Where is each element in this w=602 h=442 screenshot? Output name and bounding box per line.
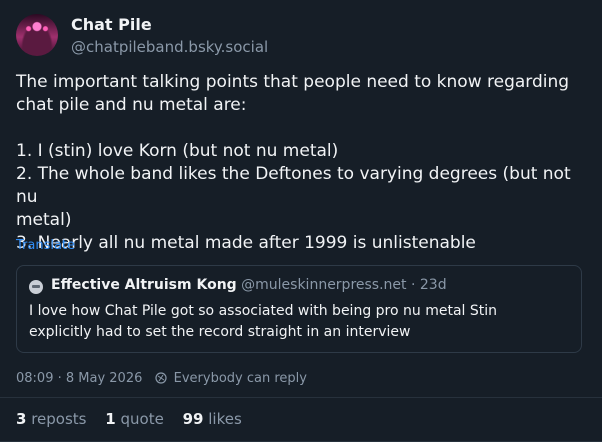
- quoted-post[interactable]: Effective Altruism Kong @muleskinnerpres…: [16, 265, 582, 353]
- post-line: chat pile and nu metal are:: [16, 95, 247, 115]
- reposts-count: 3: [16, 410, 27, 428]
- quote-body: I love how Chat Pile got so associated w…: [29, 301, 569, 343]
- engagement-stats: 3 reposts 1 quote 99 likes: [16, 410, 256, 428]
- post-line: 3. Nearly all nu metal made after 1999 i…: [16, 233, 476, 253]
- globe-icon: [154, 372, 167, 388]
- quotes-count: 1: [105, 410, 116, 428]
- quote-author-handle[interactable]: @muleskinnerpress.net: [241, 277, 406, 293]
- quotes-stat[interactable]: 1 quote: [105, 410, 164, 428]
- post-line: metal): [16, 210, 72, 230]
- post-timestamp[interactable]: 08:09 · 8 May 2026: [16, 371, 142, 386]
- quote-line: explicitly had to set the record straigh…: [29, 324, 411, 340]
- likes-stat[interactable]: 99 likes: [183, 410, 242, 428]
- quote-line: I love how Chat Pile got so associated w…: [29, 303, 498, 319]
- post-line: The important talking points that people…: [16, 72, 570, 92]
- post-line: 2. The whole band likes the Deftones to …: [16, 164, 571, 207]
- author-avatar[interactable]: [16, 14, 58, 56]
- post-body: The important talking points that people…: [16, 71, 590, 255]
- translate-link[interactable]: Translate: [16, 238, 75, 253]
- quote-avatar-icon: [29, 280, 43, 294]
- post: Chat Pile @chatpileband.bsky.social The …: [0, 0, 602, 442]
- quote-age: · 23d: [410, 277, 447, 293]
- author-handle[interactable]: @chatpileband.bsky.social: [71, 38, 268, 56]
- reposts-stat[interactable]: 3 reposts: [16, 410, 87, 428]
- quotes-label: quote: [120, 410, 164, 428]
- likes-label: likes: [208, 410, 242, 428]
- reply-setting[interactable]: Everybody can reply: [174, 371, 307, 386]
- quote-header: Effective Altruism Kong @muleskinnerpres…: [51, 277, 447, 293]
- reposts-label: reposts: [31, 410, 87, 428]
- post-line: 1. I (stin) love Korn (but not nu metal): [16, 141, 339, 161]
- quote-author-name[interactable]: Effective Altruism Kong: [51, 277, 237, 293]
- author-name[interactable]: Chat Pile: [71, 15, 152, 34]
- likes-count: 99: [182, 410, 204, 428]
- post-meta: 08:09 · 8 May 2026 Everybody can reply: [16, 371, 307, 388]
- divider: [0, 397, 602, 398]
